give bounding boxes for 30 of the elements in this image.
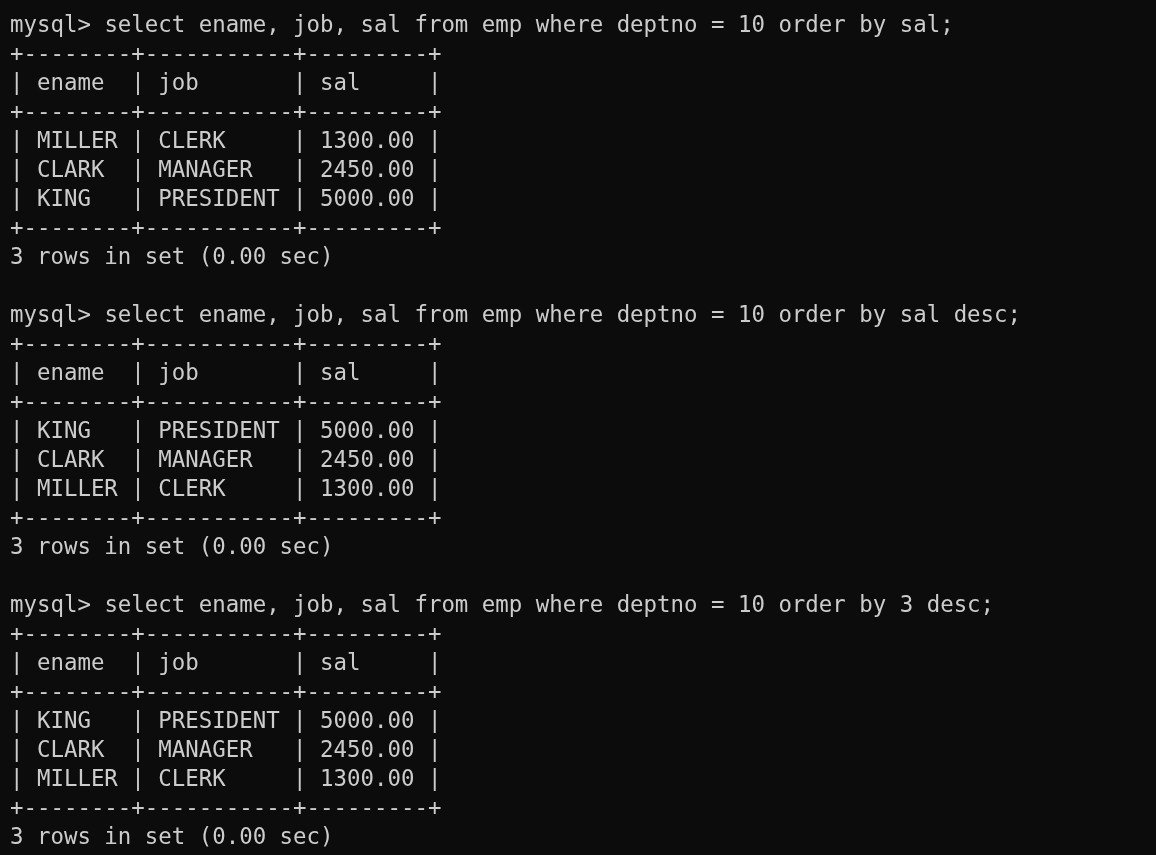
table-header: | ename | job | sal | [10,358,442,387]
sql-command: select ename, job, sal from emp where deptno = 10 order by sal; [104,10,954,39]
table-border: +--------+-----------+---------+ [10,329,442,358]
table-row: | KING | PRESIDENT | 5000.00 | [10,416,442,445]
table-border: +--------+-----------+---------+ [10,619,442,648]
table-row: | MILLER | CLERK | 1300.00 | [10,474,442,503]
sql-command: select ename, job, sal from emp where deptno = 10 order by 3 desc; [104,590,995,619]
table-row: | CLARK | MANAGER | 2450.00 | [10,155,442,184]
table-border: +--------+-----------+---------+ [10,97,442,126]
table-border: +--------+-----------+---------+ [10,677,442,706]
result-status: 3 rows in set (0.00 sec) [10,532,334,561]
table-row: | CLARK | MANAGER | 2450.00 | [10,735,442,764]
table-header: | ename | job | sal | [10,68,442,97]
result-status: 3 rows in set (0.00 sec) [10,822,334,851]
table-row: | CLARK | MANAGER | 2450.00 | [10,445,442,474]
sql-prompt: mysql> [10,300,91,329]
result-status: 3 rows in set (0.00 sec) [10,242,334,271]
table-border: +--------+-----------+---------+ [10,39,442,68]
table-border: +--------+-----------+---------+ [10,387,442,416]
sql-command: select ename, job, sal from emp where deptno = 10 order by sal desc; [104,300,1022,329]
table-header: | ename | job | sal | [10,648,442,677]
table-border: +--------+-----------+---------+ [10,503,442,532]
table-border: +--------+-----------+---------+ [10,793,442,822]
table-row: | KING | PRESIDENT | 5000.00 | [10,706,442,735]
table-border: +--------+-----------+---------+ [10,213,442,242]
sql-prompt: mysql> [10,10,91,39]
table-row: | KING | PRESIDENT | 5000.00 | [10,184,442,213]
table-row: | MILLER | CLERK | 1300.00 | [10,126,442,155]
table-row: | MILLER | CLERK | 1300.00 | [10,764,442,793]
sql-prompt: mysql> [10,590,91,619]
